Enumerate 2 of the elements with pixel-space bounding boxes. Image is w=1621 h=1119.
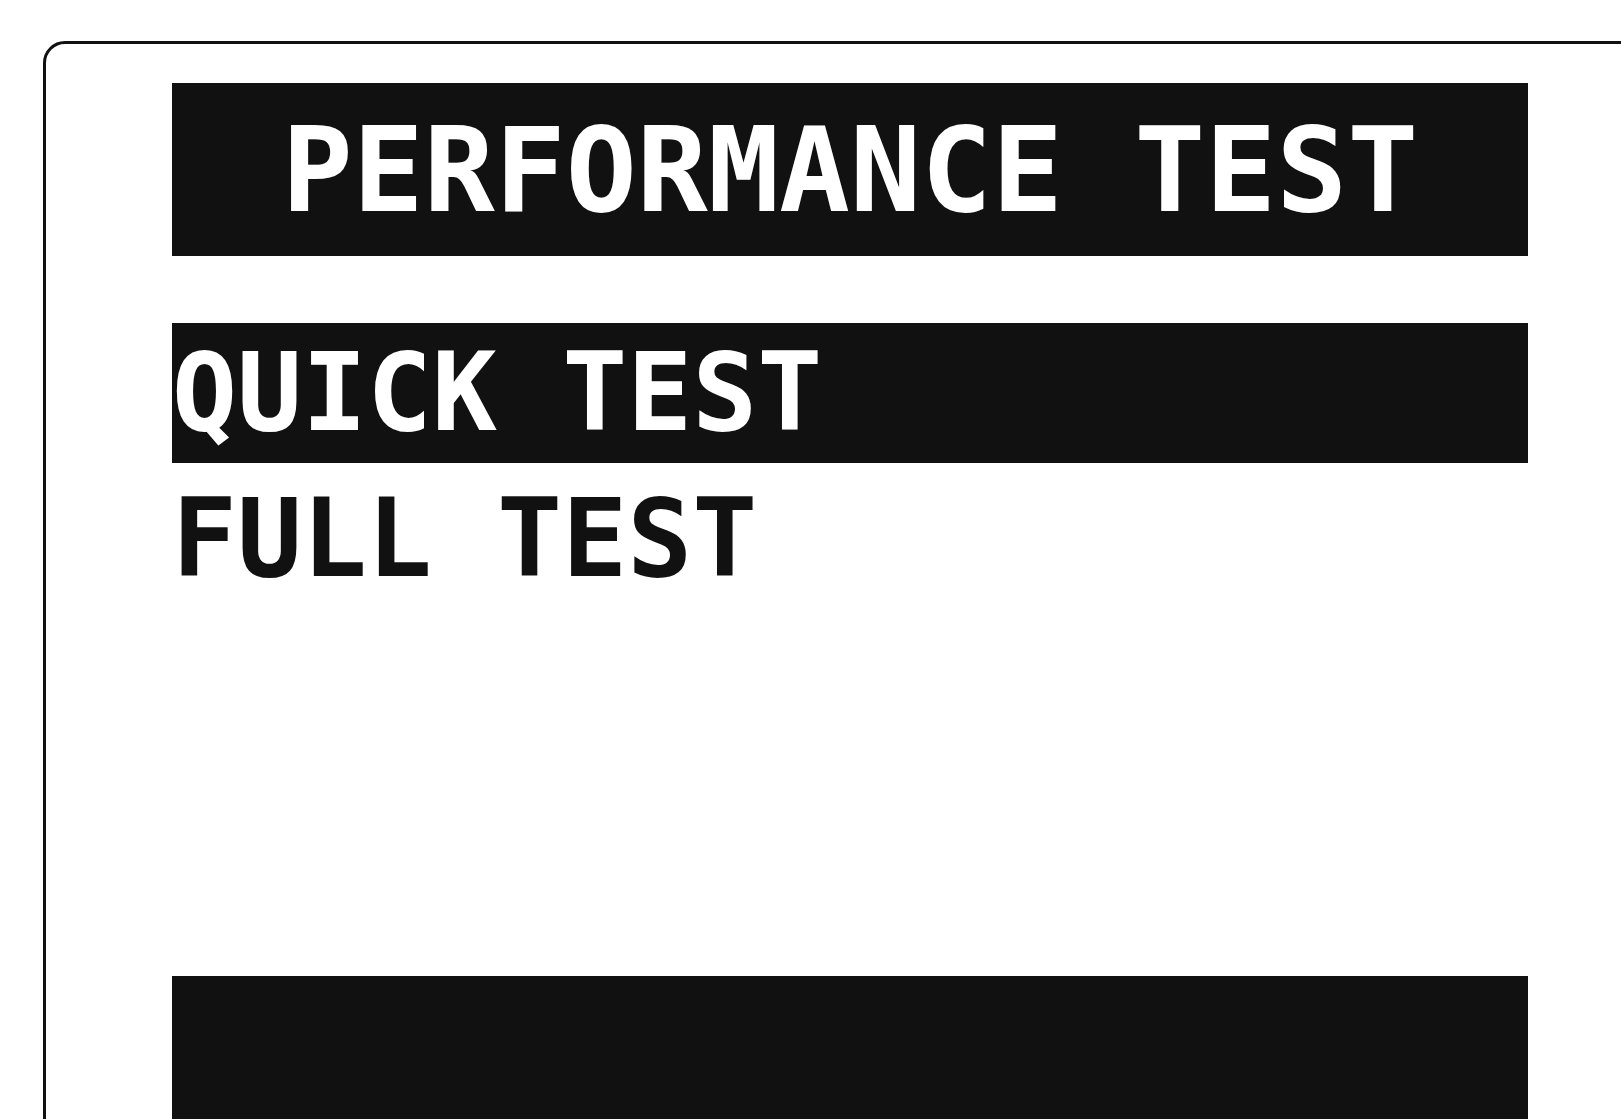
screen-title: PERFORMANCE TEST [172, 83, 1528, 256]
menu-item[interactable]: QUICK TEST [172, 323, 1528, 463]
